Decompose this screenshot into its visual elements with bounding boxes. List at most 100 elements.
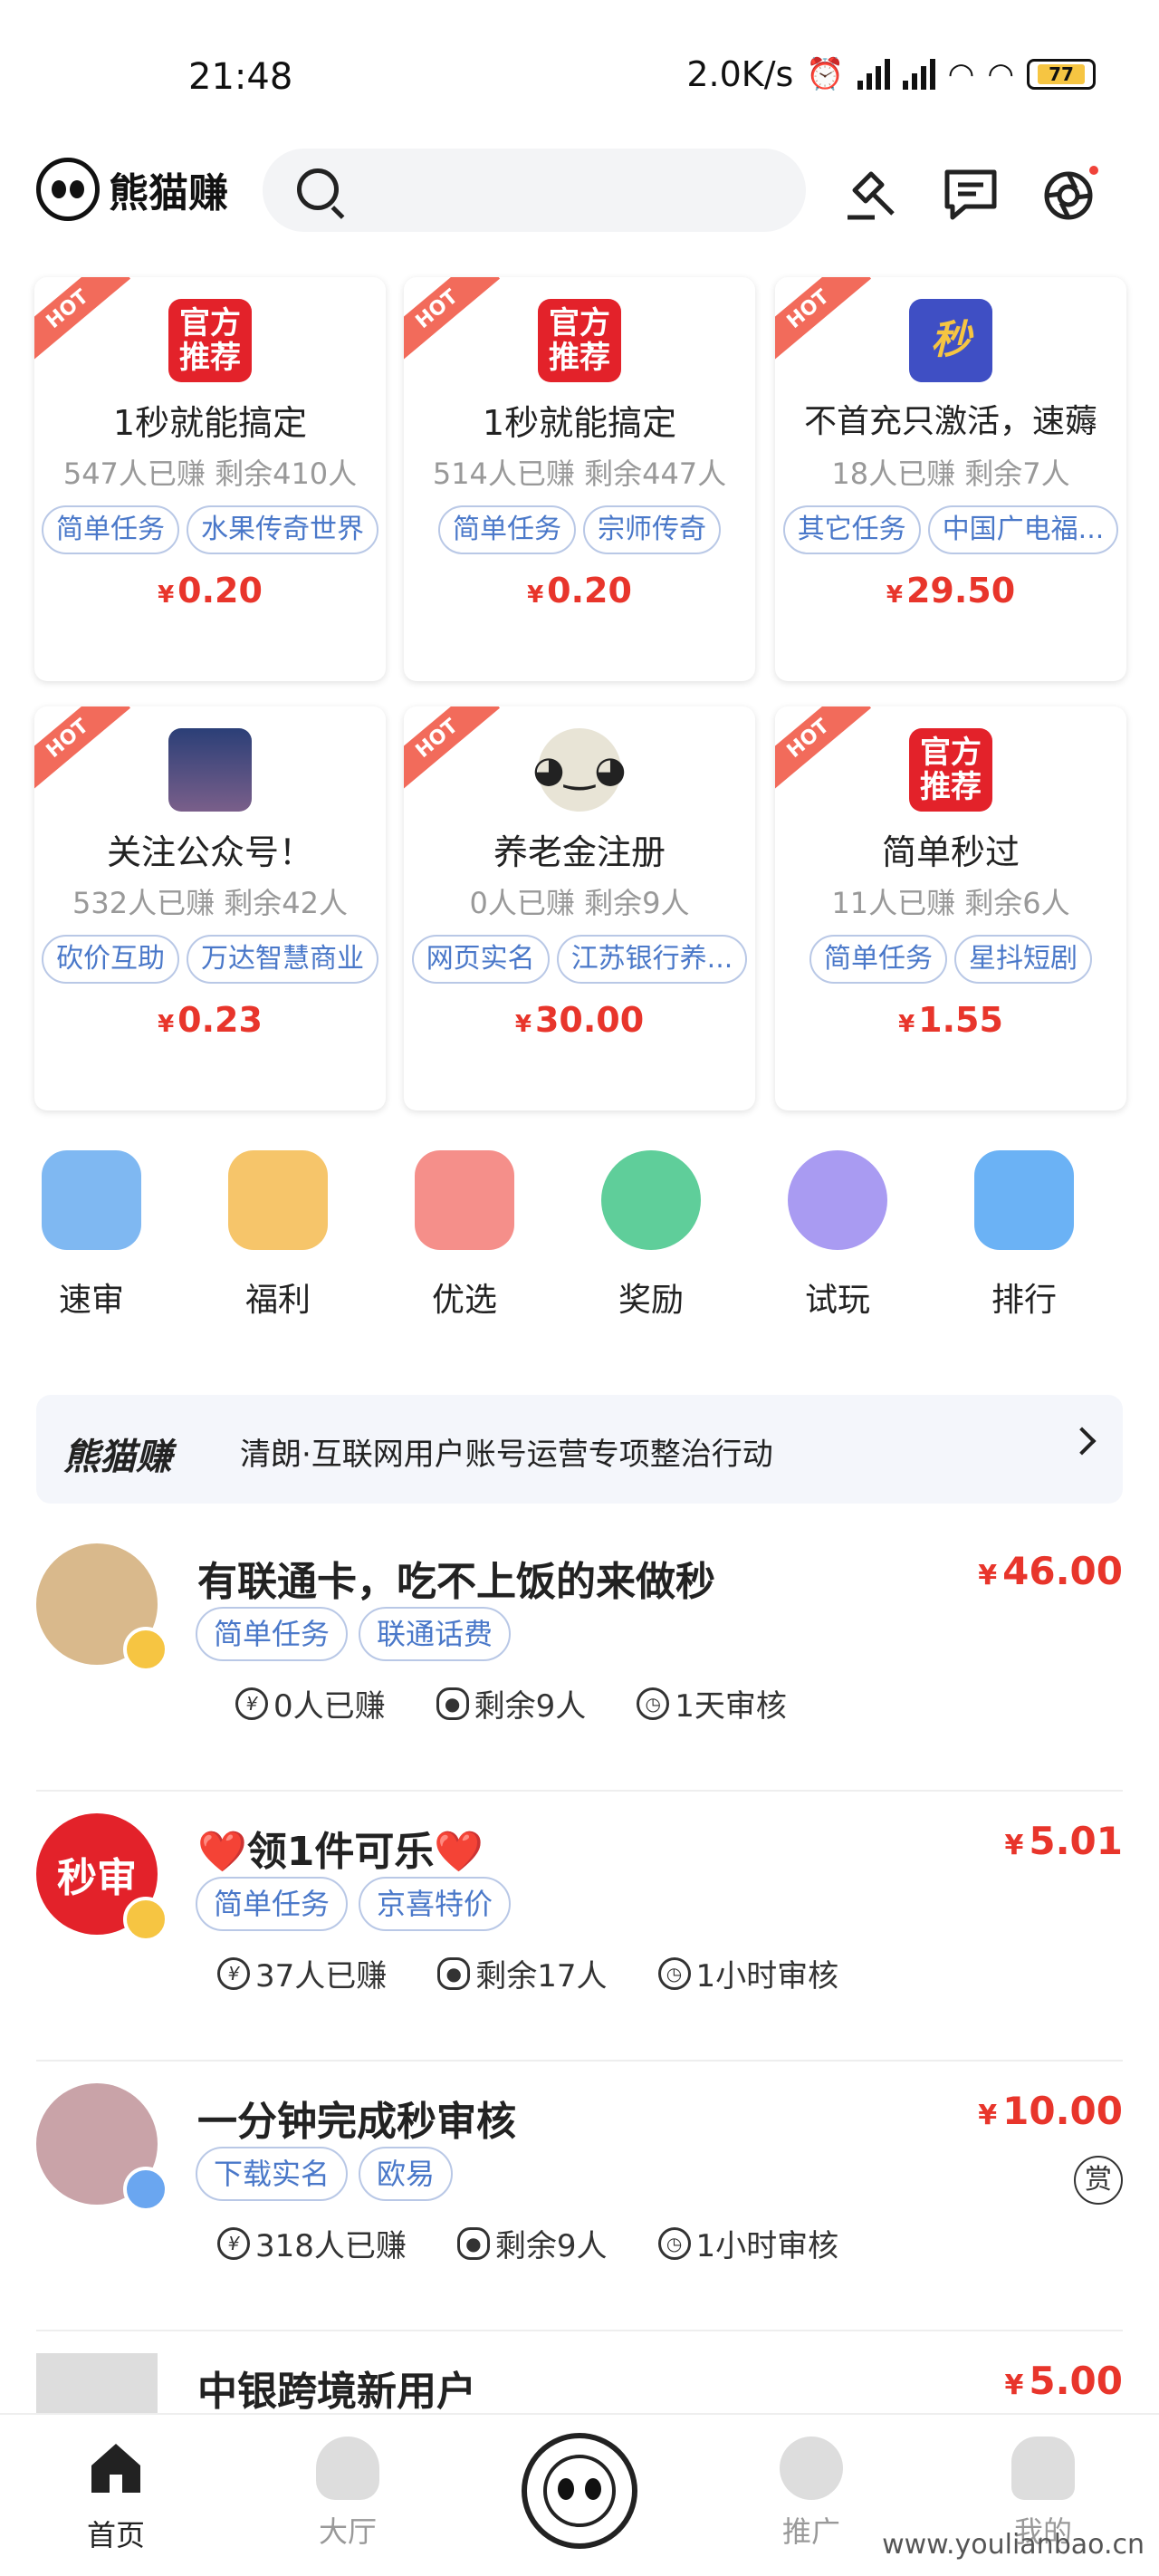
alarm-icon: ⏰ — [806, 56, 845, 92]
task-tag: 简单任务 — [196, 1877, 349, 1931]
card-title: 不首充只激活，速薅 — [803, 403, 1097, 440]
tab-home[interactable]: 首页 — [43, 2437, 188, 2554]
card-price: ¥29.50 — [886, 571, 1016, 610]
remaining-stat: ● 剩余9人 — [436, 1681, 586, 1725]
clock-icon: ◷ — [637, 1687, 670, 1720]
search-input[interactable] — [263, 149, 806, 232]
quick-item-paihang[interactable]: 排行 — [947, 1150, 1101, 1321]
camera-shutter-icon[interactable] — [1041, 165, 1099, 223]
auction-hammer-icon[interactable] — [842, 165, 900, 223]
card-tag: 简单任务 — [42, 505, 179, 554]
fast-review-icon — [42, 1150, 141, 1250]
trial-play-icon — [788, 1150, 887, 1250]
hot-task-card[interactable]: HOT 官方 推荐 1秒就能搞定 514人已赚 剩余447人 简单任务 宗师传奇 … — [404, 277, 755, 681]
message-icon[interactable] — [942, 165, 1000, 223]
hot-task-card[interactable]: HOT 官方 推荐 1秒就能搞定 547人已赚 剩余410人 简单任务 水果传奇世… — [34, 277, 386, 681]
reward-star-icon — [601, 1150, 701, 1250]
official-recommend-icon: 官方 推荐 — [909, 728, 992, 812]
hot-ribbon: HOT — [775, 277, 872, 366]
clock-icon: ◷ — [657, 1956, 691, 1990]
quick-menu: 速审 福利 优选 奖励 试玩 排行 — [0, 1150, 1159, 1350]
card-title: 1秒就能搞定 — [112, 403, 308, 443]
app-logo: 熊猫赚 — [36, 158, 228, 221]
notice-banner[interactable]: 熊猫赚 清朗·互联网用户账号运营专项整治行动 — [36, 1395, 1123, 1504]
hot-task-card[interactable]: HOT 秒 不首充只激活，速薅 18人已赚 剩余7人 其它任务 中国广电福... … — [775, 277, 1126, 681]
list-item[interactable]: 秒审 ❤️领1件可乐❤️ ¥5.01 简单任务 京喜特价 ¥37人已赚 ● 剩余17… — [36, 1792, 1123, 2062]
reward-badge: 赏 — [1074, 2156, 1123, 2205]
quick-item-shiwan[interactable]: 试玩 — [761, 1150, 915, 1321]
card-tag: 其它任务 — [782, 505, 921, 554]
task-title: 中银跨境新用户 — [197, 2369, 476, 2415]
list-item[interactable]: 一分钟完成秒审核 ¥10.00 赏 下载实名 欧易 ¥318人已赚 ● 剩余9人 ◷… — [36, 2062, 1123, 2331]
status-icons: 2.0K/s ⏰ ◠ ◠ 77 — [686, 54, 1096, 94]
task-price: ¥5.01 — [1004, 1819, 1123, 1863]
user-icon — [1011, 2437, 1075, 2500]
battery-icon: 77 — [1027, 59, 1096, 90]
level-badge-icon — [123, 2167, 168, 2212]
card-title: 养老金注册 — [493, 832, 666, 872]
task-tag: 欧易 — [359, 2147, 454, 2201]
quick-item-sushen[interactable]: 速审 — [14, 1150, 168, 1321]
earned-stat: ¥318人已赚 — [217, 2221, 407, 2265]
card-stats: 11人已赚 剩余6人 — [831, 886, 1070, 920]
tab-promote[interactable]: 推广 — [739, 2437, 884, 2551]
quick-item-fuli[interactable]: 福利 — [201, 1150, 355, 1321]
panda-center-button[interactable] — [522, 2433, 637, 2549]
selection-icon — [415, 1150, 514, 1250]
welfare-icon — [228, 1150, 328, 1250]
card-tag: 简单任务 — [809, 935, 947, 984]
card-tag: 简单任务 — [438, 505, 576, 554]
quick-label: 排行 — [991, 1282, 1057, 1319]
card-price: ¥30.00 — [514, 1000, 645, 1040]
card-tag: 星抖短剧 — [954, 935, 1092, 984]
signal-icon — [857, 59, 890, 90]
hot-ribbon: HOT — [404, 277, 501, 366]
status-bar: 21:48 2.0K/s ⏰ ◠ ◠ 77 — [0, 0, 1159, 145]
person-icon: ● — [456, 2226, 490, 2260]
task-price: ¥5.00 — [1004, 2359, 1123, 2403]
earned-stat: ¥0人已赚 — [235, 1681, 386, 1725]
earned-stat: ¥37人已赚 — [217, 1951, 387, 1995]
hot-task-card[interactable]: HOT 官方 推荐 简单秒过 11人已赚 剩余6人 简单任务 星抖短剧 ¥1.55 — [775, 706, 1126, 1110]
ranking-podium-icon — [974, 1150, 1074, 1250]
hot-task-card[interactable]: HOT 关注公众号！ 532人已赚 剩余42人 砍价互助 万达智慧商业 ¥0.23 — [34, 706, 386, 1110]
task-tag: 联通话费 — [359, 1607, 512, 1661]
review-stat: ◷ 1小时审核 — [657, 2221, 838, 2265]
card-title: 关注公众号！ — [106, 832, 313, 872]
card-tag: 水果传奇世界 — [187, 505, 378, 554]
tab-hall[interactable]: 大厅 — [275, 2437, 420, 2551]
card-tag: 砍价互助 — [42, 935, 179, 984]
level-badge-icon — [123, 1627, 168, 1672]
notice-logo: 熊猫赚 — [63, 1437, 172, 1478]
quick-item-jiangli[interactable]: 奖励 — [574, 1150, 728, 1321]
hot-task-card[interactable]: HOT ◕‿◕ 养老金注册 0人已赚 剩余9人 网页实名 江苏银行养... ¥30… — [404, 706, 755, 1110]
search-icon — [297, 168, 339, 210]
card-tag: 中国广电福... — [927, 505, 1119, 554]
card-price: ¥0.20 — [158, 571, 263, 610]
person-icon: ● — [437, 1956, 471, 1990]
wifi-icon-2: ◠ — [987, 56, 1014, 92]
card-stats: 514人已赚 剩余447人 — [432, 457, 727, 491]
card-stats: 547人已赚 剩余410人 — [62, 457, 358, 491]
watermark: www.youlianbao.cn — [882, 2529, 1145, 2561]
logo-text: 熊猫赚 — [109, 170, 228, 216]
status-time: 21:48 — [188, 56, 293, 98]
yen-icon: ¥ — [217, 2226, 250, 2260]
official-recommend-icon: 官方 推荐 — [538, 299, 621, 382]
review-stat: ◷ 1小时审核 — [657, 1951, 838, 1995]
notice-text: 清朗·互联网用户账号运营专项整治行动 — [240, 1437, 773, 1473]
ingot-icon — [316, 2437, 379, 2500]
wifi-icon: ◠ — [947, 56, 975, 92]
tab-label: 大厅 — [318, 2514, 377, 2549]
quick-label: 速审 — [58, 1282, 124, 1319]
quick-label: 优选 — [431, 1282, 497, 1319]
card-tag: 江苏银行养... — [556, 935, 748, 984]
list-item[interactable]: 有联通卡，吃不上饭的来做秒 ¥46.00 简单任务 联通话费 ¥0人已赚 ● 剩余9… — [36, 1522, 1123, 1792]
task-title: 有联通卡，吃不上饭的来做秒 — [197, 1559, 715, 1605]
home-icon — [91, 2444, 140, 2493]
review-stat: ◷ 1天审核 — [637, 1681, 787, 1725]
tab-label: 推广 — [781, 2514, 840, 2549]
quick-label: 福利 — [244, 1282, 311, 1319]
task-tag: 简单任务 — [196, 1607, 349, 1661]
quick-item-youxuan[interactable]: 优选 — [388, 1150, 541, 1321]
